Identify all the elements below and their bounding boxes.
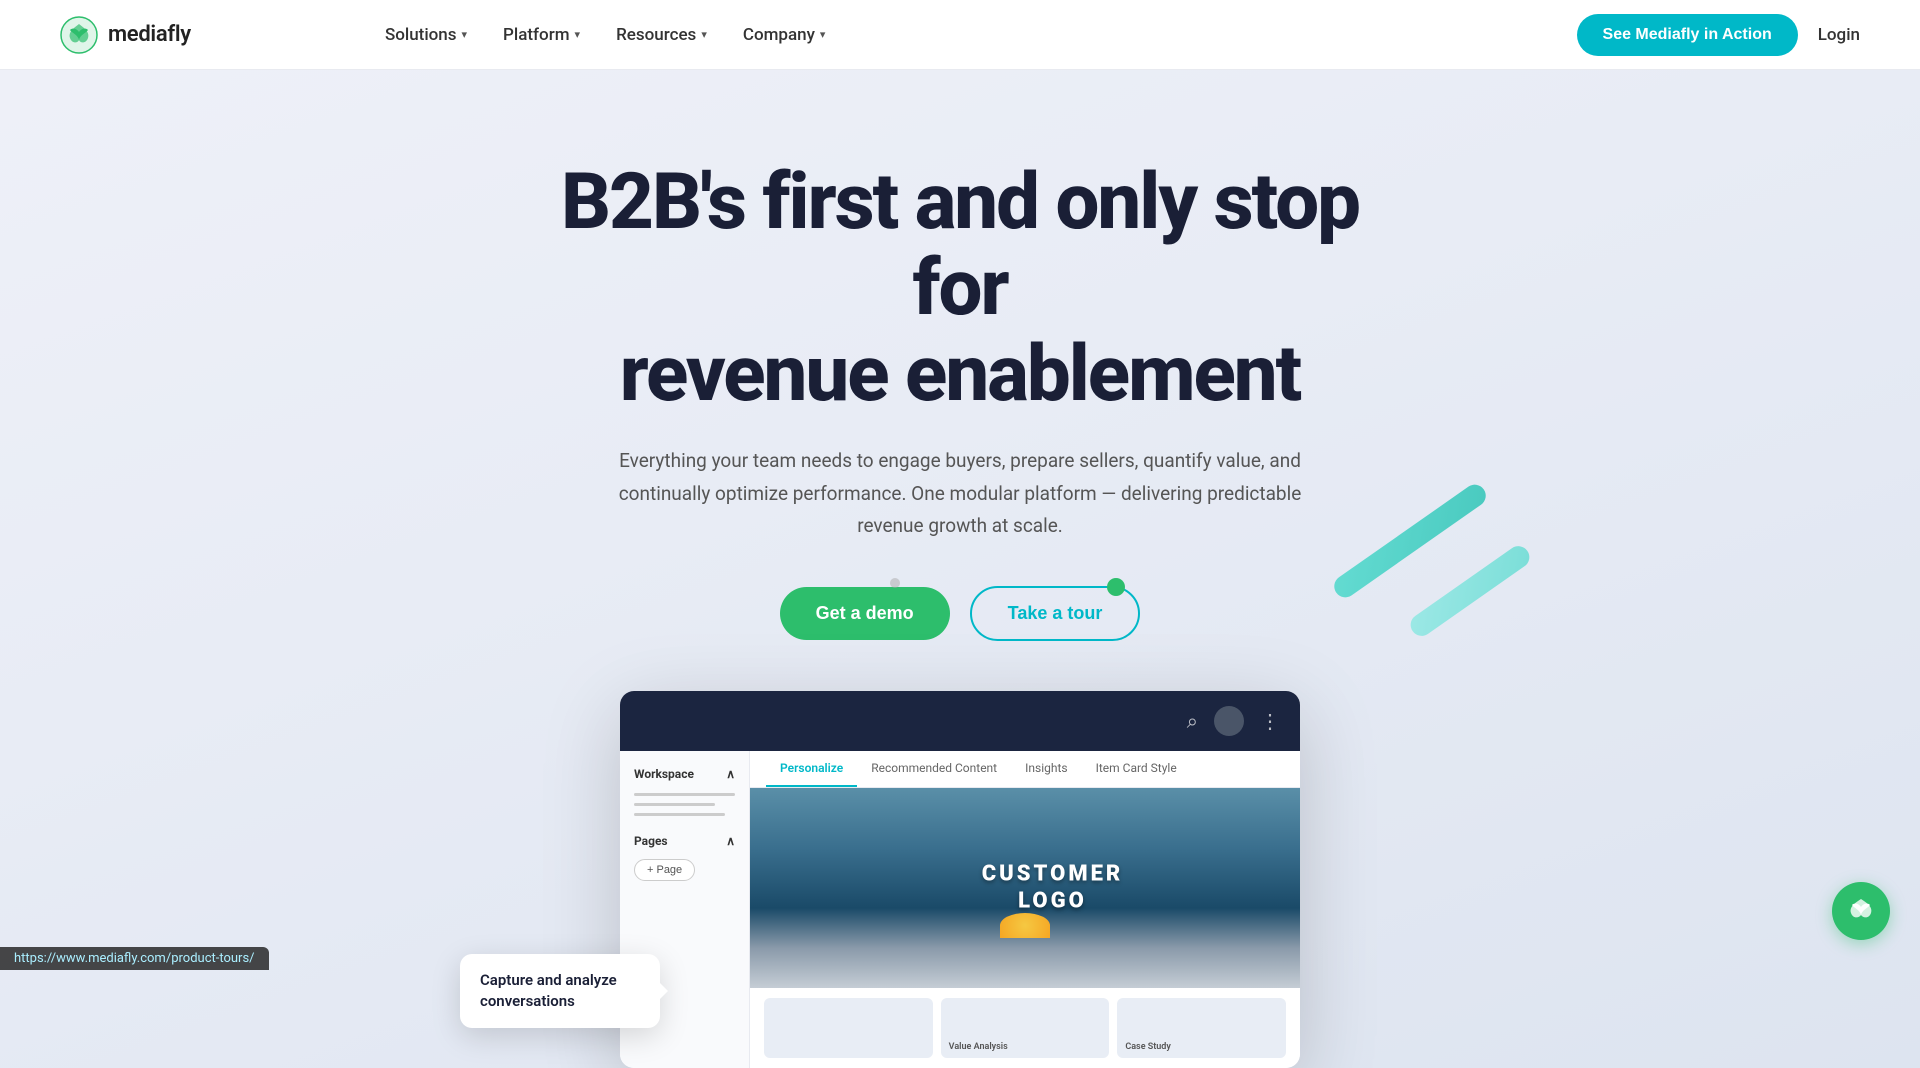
tab-recommended-content[interactable]: Recommended Content bbox=[857, 751, 1011, 787]
app-mockup-container: Capture and analyze conversations ⌕ ⋮ Wo… bbox=[620, 691, 1300, 1068]
mediafly-icon bbox=[1845, 895, 1877, 927]
tab-insights[interactable]: Insights bbox=[1011, 751, 1081, 787]
mockup-tabs: Personalize Recommended Content Insights… bbox=[750, 751, 1300, 788]
nav-platform[interactable]: Platform ▾ bbox=[489, 19, 594, 51]
customer-logo-overlay: CUSTOMER LOGO bbox=[982, 862, 1124, 915]
capture-tooltip: Capture and analyze conversations bbox=[460, 954, 660, 1028]
mockup-menu-icon: ⋮ bbox=[1260, 709, 1280, 733]
mockup-topbar: ⌕ ⋮ bbox=[620, 691, 1300, 751]
deco-green-dot bbox=[1107, 578, 1125, 596]
chevron-down-icon: ▾ bbox=[820, 28, 826, 41]
see-mediafly-button[interactable]: See Mediafly in Action bbox=[1577, 14, 1798, 56]
bottom-card-1 bbox=[764, 998, 933, 1058]
mockup-sun bbox=[1000, 913, 1050, 938]
mockup-bottom-cards: Value Analysis Case Study bbox=[750, 988, 1300, 1068]
app-mockup: ⌕ ⋮ Workspace ∧ bbox=[620, 691, 1300, 1068]
sidebar-line bbox=[634, 793, 735, 796]
tab-personalize[interactable]: Personalize bbox=[766, 751, 857, 787]
mockup-body: Workspace ∧ Pages ∧ + Page bbox=[620, 751, 1300, 1068]
mockup-content-image: CUSTOMER LOGO bbox=[750, 788, 1300, 988]
nav-actions: See Mediafly in Action Login bbox=[1577, 14, 1860, 56]
tab-item-card-style[interactable]: Item Card Style bbox=[1082, 751, 1191, 787]
logo-text: mediafly bbox=[108, 22, 191, 47]
floating-chat-icon[interactable] bbox=[1832, 882, 1890, 940]
nav-resources[interactable]: Resources ▾ bbox=[602, 19, 721, 51]
sidebar-line bbox=[634, 813, 725, 816]
hero-buttons: Get a demo Take a tour bbox=[780, 586, 1141, 641]
pages-label: Pages ∧ bbox=[634, 834, 735, 848]
login-link[interactable]: Login bbox=[1818, 25, 1860, 45]
chevron-down-icon: ▾ bbox=[575, 28, 581, 41]
logo-link[interactable]: mediafly bbox=[60, 16, 191, 54]
sidebar-line bbox=[634, 803, 715, 806]
bottom-card-3: Case Study bbox=[1117, 998, 1286, 1058]
url-bar: https://www.mediafly.com/product-tours/ bbox=[0, 947, 269, 970]
mockup-main: Personalize Recommended Content Insights… bbox=[750, 751, 1300, 1068]
hero-subtitle: Everything your team needs to engage buy… bbox=[590, 445, 1330, 542]
deco-gray-dot bbox=[890, 578, 900, 588]
deco-bar-2 bbox=[1406, 542, 1533, 640]
nav-links: Solutions ▾ Platform ▾ Resources ▾ Compa… bbox=[371, 19, 840, 51]
mockup-search-icon: ⌕ bbox=[1187, 709, 1198, 733]
chevron-up-icon: ∧ bbox=[726, 834, 735, 848]
chevron-down-icon: ▾ bbox=[701, 28, 707, 41]
nav-company[interactable]: Company ▾ bbox=[729, 19, 840, 51]
navigation: mediafly Solutions ▾ Platform ▾ Resource… bbox=[0, 0, 1920, 70]
bottom-card-2: Value Analysis bbox=[941, 998, 1110, 1058]
sidebar-lines bbox=[634, 793, 735, 816]
add-page-button[interactable]: + Page bbox=[634, 859, 695, 881]
mockup-avatar bbox=[1214, 706, 1244, 736]
chevron-up-icon: ∧ bbox=[726, 767, 735, 781]
chevron-down-icon: ▾ bbox=[462, 28, 468, 41]
get-demo-button[interactable]: Get a demo bbox=[780, 587, 950, 640]
nav-solutions[interactable]: Solutions ▾ bbox=[371, 19, 481, 51]
mediafly-logo-icon bbox=[60, 16, 98, 54]
hero-title: B2B's first and only stop for revenue en… bbox=[510, 160, 1410, 417]
customer-logo-text: CUSTOMER LOGO bbox=[982, 862, 1124, 915]
hero-section: B2B's first and only stop for revenue en… bbox=[0, 70, 1920, 1068]
workspace-label: Workspace ∧ bbox=[634, 767, 735, 781]
